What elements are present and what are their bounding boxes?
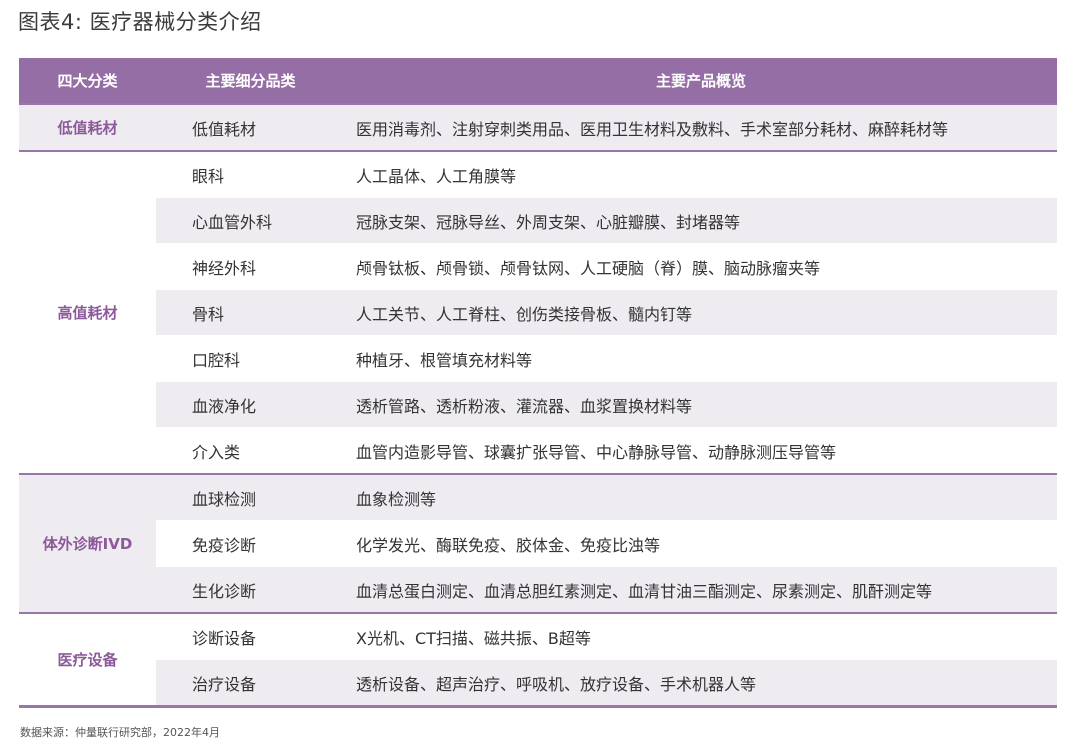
table-row: 高值耗材 眼科 人工晶体、人工角膜等 (19, 150, 1057, 475)
subcategory-cell: 生化诊断 (156, 566, 345, 614)
table-row: 治疗设备 透析设备、超声治疗、呼吸机、放疗设备、手术机器人等 (19, 659, 1057, 707)
header-subcategory: 主要细分品类 (156, 58, 345, 104)
products-cell: 血象检测等 (345, 473, 1057, 521)
subcategory-cell: 血液净化 (156, 381, 345, 428)
category-cell: 低值耗材 (19, 103, 156, 152)
table-row: 口腔科 种植牙、根管填充材料等 (19, 335, 1057, 382)
header-products: 主要产品概览 (345, 58, 1057, 104)
products-cell: 血管内造影导管、球囊扩张导管、中心静脉导管、动静脉测压导管等 (345, 427, 1057, 475)
subcategory-cell: 骨科 (156, 289, 345, 336)
products-cell: 医用消毒剂、注射穿刺类用品、医用卫生材料及敷料、手术室部分耗材、麻醉耗材等 (345, 103, 1057, 152)
figure-title: 图表4: 医疗器械分类介绍 (18, 10, 262, 34)
subcategory-cell: 口腔科 (156, 335, 345, 382)
subcategory-cell: 低值耗材 (156, 103, 345, 152)
products-cell: 化学发光、酶联免疫、胶体金、免疫比浊等 (345, 520, 1057, 567)
subcategory-cell: 眼科 (156, 150, 345, 198)
device-classification-table: 四大分类 主要细分品类 主要产品概览 低值耗材 低值耗材 医用消毒剂、注射穿刺类… (19, 58, 1057, 708)
category-cell: 医疗设备 (19, 612, 156, 707)
products-cell: 人工晶体、人工角膜等 (345, 150, 1057, 198)
table-row: 免疫诊断 化学发光、酶联免疫、胶体金、免疫比浊等 (19, 520, 1057, 567)
header-category: 四大分类 (19, 58, 156, 104)
subcategory-cell: 介入类 (156, 427, 345, 475)
subcategory-cell: 心血管外科 (156, 197, 345, 244)
subcategory-cell: 血球检测 (156, 473, 345, 521)
source-note: 数据来源：仲量联行研究部，2022年4月 (20, 726, 220, 739)
table-row: 体外诊断IVD 血球检测 血象检测等 (19, 473, 1057, 614)
table-row: 低值耗材 低值耗材 医用消毒剂、注射穿刺类用品、医用卫生材料及敷料、手术室部分耗… (19, 103, 1057, 152)
category-cell: 体外诊断IVD (19, 473, 156, 614)
table-row: 骨科 人工关节、人工脊柱、创伤类接骨板、髓内钉等 (19, 289, 1057, 336)
products-cell: X光机、CT扫描、磁共振、B超等 (345, 612, 1057, 660)
subcategory-cell: 诊断设备 (156, 612, 345, 660)
products-cell: 冠脉支架、冠脉导丝、外周支架、心脏瓣膜、封堵器等 (345, 197, 1057, 244)
products-cell: 颅骨钛板、颅骨锁、颅骨钛网、人工硬脑（脊）膜、脑动脉瘤夹等 (345, 243, 1057, 290)
products-cell: 血清总蛋白测定、血清总胆红素测定、血清甘油三酯测定、尿素测定、肌酐测定等 (345, 566, 1057, 614)
products-cell: 种植牙、根管填充材料等 (345, 335, 1057, 382)
products-cell: 透析管路、透析粉液、灌流器、血浆置换材料等 (345, 381, 1057, 428)
products-cell: 人工关节、人工脊柱、创伤类接骨板、髓内钉等 (345, 289, 1057, 336)
subcategory-cell: 神经外科 (156, 243, 345, 290)
products-cell: 透析设备、超声治疗、呼吸机、放疗设备、手术机器人等 (345, 659, 1057, 707)
table-row: 神经外科 颅骨钛板、颅骨锁、颅骨钛网、人工硬脑（脊）膜、脑动脉瘤夹等 (19, 243, 1057, 290)
category-cell: 高值耗材 (19, 150, 156, 475)
table-row: 医疗设备 诊断设备 X光机、CT扫描、磁共振、B超等 (19, 612, 1057, 707)
subcategory-cell: 免疫诊断 (156, 520, 345, 567)
table-row: 介入类 血管内造影导管、球囊扩张导管、中心静脉导管、动静脉测压导管等 (19, 427, 1057, 475)
table-row: 生化诊断 血清总蛋白测定、血清总胆红素测定、血清甘油三酯测定、尿素测定、肌酐测定… (19, 566, 1057, 614)
table-header-row: 四大分类 主要细分品类 主要产品概览 (19, 58, 1057, 104)
subcategory-cell: 治疗设备 (156, 659, 345, 707)
table-row: 心血管外科 冠脉支架、冠脉导丝、外周支架、心脏瓣膜、封堵器等 (19, 197, 1057, 244)
table-row: 血液净化 透析管路、透析粉液、灌流器、血浆置换材料等 (19, 381, 1057, 428)
